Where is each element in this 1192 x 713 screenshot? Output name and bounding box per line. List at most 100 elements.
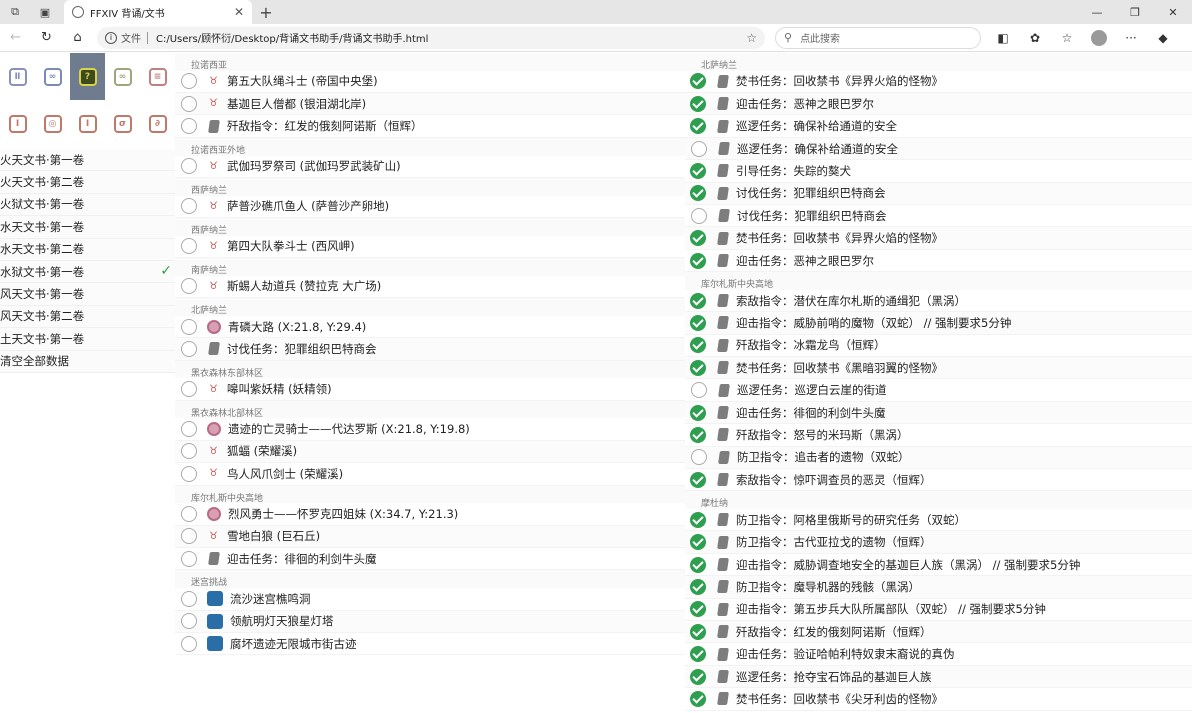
class-button-paladin[interactable]: Ⅱ	[0, 53, 35, 100]
incomplete-circle[interactable]	[181, 421, 197, 438]
task-row[interactable]: 防卫指令：阿格里俄斯号的研究任务（双蛇）	[685, 509, 1192, 532]
incomplete-circle[interactable]	[181, 550, 197, 567]
completed-check-icon[interactable]	[690, 162, 706, 179]
task-row[interactable]: 迎击任务：验证哈帕利特奴隶末裔说的真伪	[685, 643, 1192, 666]
task-row[interactable]: 巡逻任务：巡逻白云崖的街道	[685, 379, 1192, 402]
task-row[interactable]: 烈风勇士——怀罗克四姐妹 (X:34.7, Y:21.3)	[175, 503, 685, 526]
class-button-reaper[interactable]: ∂	[140, 100, 175, 147]
browser-tab[interactable]: FFXIV 背诵/文书 ✕	[64, 0, 252, 24]
incomplete-circle[interactable]	[181, 118, 197, 135]
task-row[interactable]: 索敌指令：惊吓调查员的恶灵（恒辉）	[685, 469, 1192, 492]
document-item[interactable]: 土天文书·第一卷	[0, 328, 175, 351]
incomplete-circle[interactable]	[181, 340, 197, 357]
class-button-samurai[interactable]: σ	[105, 100, 140, 147]
task-row[interactable]: 迎击指令：第五步兵大队所属部队（双蛇） // 强制要求5分钟	[685, 598, 1192, 622]
incomplete-circle[interactable]	[181, 381, 197, 398]
incomplete-circle[interactable]	[181, 278, 197, 295]
incomplete-circle[interactable]	[181, 443, 197, 460]
favorites-icon[interactable]: ☆	[1051, 24, 1083, 52]
avatar[interactable]	[1091, 29, 1107, 46]
task-row[interactable]: 索敌指令：潜伏在库尔札斯的通缉犯（黑涡）	[685, 289, 1192, 313]
class-button-dragoon[interactable]: ◎	[35, 100, 70, 147]
incomplete-circle[interactable]	[691, 207, 707, 224]
task-row[interactable]: 焚书任务：回收禁书《尖牙利齿的怪物》	[685, 688, 1192, 711]
incomplete-circle[interactable]	[181, 505, 197, 522]
task-row[interactable]: 歼敌指令：红发的俄刻阿诺斯（恒辉）	[175, 115, 685, 138]
split-screen-icon[interactable]: ◧	[987, 24, 1019, 52]
refresh-icon[interactable]: ↻	[31, 24, 62, 52]
task-row[interactable]: 防卫指令：追击者的遗物（双蛇）	[685, 446, 1192, 470]
task-row[interactable]: 迎击任务：恶神之眼巴罗尔	[685, 93, 1192, 116]
document-item[interactable]: 火狱文书·第一卷	[0, 193, 175, 217]
task-row[interactable]: 腐坏遗迹无限城市街古迹	[175, 632, 685, 656]
completed-check-icon[interactable]	[690, 646, 706, 663]
completed-check-icon[interactable]	[690, 668, 706, 685]
class-button-selected[interactable]: ?	[70, 53, 105, 100]
task-row[interactable]: 迎击任务：恶神之眼巴罗尔	[685, 249, 1192, 273]
task-row[interactable]: 遗迹的亡灵骑士——代达罗斯 (X:21.8, Y:19.8)	[175, 418, 685, 441]
task-row[interactable]: 迎击指令：威胁前哨的魔物（双蛇） // 强制要求5分钟	[685, 312, 1192, 335]
document-item[interactable]: 火天文书·第二卷	[0, 171, 175, 194]
new-tab-button[interactable]: +	[252, 3, 280, 22]
close-window-icon[interactable]: ✕	[1154, 0, 1192, 24]
completed-check-icon[interactable]	[690, 252, 706, 269]
close-tab-icon[interactable]: ✕	[234, 5, 244, 19]
url-text[interactable]: C:/Users/顾怀衍/Desktop/背诵文书助手/背诵文书助手.html	[156, 30, 746, 45]
completed-check-icon[interactable]	[690, 292, 706, 309]
class-button-warrior[interactable]: ∞	[35, 53, 70, 100]
incomplete-circle[interactable]	[181, 528, 197, 545]
document-item[interactable]: 水天文书·第二卷	[0, 238, 175, 261]
completed-check-icon[interactable]	[690, 556, 706, 573]
task-row[interactable]: 歼敌指令：红发的俄刻阿诺斯（恒辉）	[685, 621, 1192, 644]
completed-check-icon[interactable]	[690, 337, 706, 354]
task-row[interactable]: 巡逻任务：抢夺宝石饰品的基迦巨人族	[685, 665, 1192, 689]
favorite-star-icon[interactable]: ☆	[746, 31, 757, 45]
document-item[interactable]: 火天文书·第一卷	[0, 149, 175, 172]
class-button-ninja[interactable]: Ⅰ	[70, 100, 105, 147]
workspaces-icon[interactable]: ⧉	[0, 0, 30, 24]
completed-check-icon[interactable]	[690, 601, 706, 618]
task-row[interactable]: 引导任务：失踪的獒犬	[685, 160, 1192, 183]
task-row[interactable]: 歼敌指令：冰霜龙鸟（恒辉）	[685, 334, 1192, 358]
document-item[interactable]: 水狱文书·第一卷 ✓	[0, 260, 175, 284]
completed-check-icon[interactable]	[690, 404, 706, 421]
task-row[interactable]: ♉ 雪地白狼 (巨石丘)	[175, 525, 685, 549]
incomplete-circle[interactable]	[181, 238, 197, 255]
task-row[interactable]: 巡逻任务：确保补给通道的安全	[685, 115, 1192, 138]
incomplete-circle[interactable]	[181, 613, 197, 630]
completed-check-icon[interactable]	[690, 118, 706, 135]
task-row[interactable]: 防卫指令：魔导机器的残骸（黑涡）	[685, 576, 1192, 599]
completed-check-icon[interactable]	[690, 578, 706, 595]
task-row[interactable]: 领航明灯天狼星灯塔	[175, 610, 685, 633]
task-row[interactable]: ♉ 第四大队拳斗士 (西风岬)	[175, 235, 685, 259]
address-bar[interactable]: i 文件 C:/Users/顾怀衍/Desktop/背诵文书助手/背诵文书助手.…	[97, 26, 765, 49]
document-item[interactable]: 水天文书·第一卷	[0, 216, 175, 239]
class-button-monk[interactable]: Ⅰ	[0, 100, 35, 147]
task-row[interactable]: 焚书任务：回收禁书《黑暗羽翼的怪物》	[685, 357, 1192, 380]
task-row[interactable]: 迎击任务：徘徊的利剑牛头魔	[685, 401, 1192, 425]
incomplete-circle[interactable]	[691, 382, 707, 399]
task-row[interactable]: ♉ 萨普沙礁爪鱼人 (萨普沙产卵地)	[175, 195, 685, 219]
completed-check-icon[interactable]	[690, 95, 706, 112]
task-row[interactable]: 迎击任务：徘徊的利剑牛头魔	[175, 548, 685, 571]
completed-check-icon[interactable]	[690, 426, 706, 443]
home-icon[interactable]: ⌂	[62, 24, 93, 52]
document-item[interactable]: 风天文书·第一卷	[0, 283, 175, 306]
tab-actions-icon[interactable]: ▣	[30, 0, 60, 24]
task-row[interactable]: ♉ 嗥叫紫妖精 (妖精领)	[175, 378, 685, 401]
class-button-gunbreaker[interactable]: ∞	[105, 53, 140, 100]
incomplete-circle[interactable]	[181, 635, 197, 652]
incomplete-circle[interactable]	[181, 590, 197, 607]
incomplete-circle[interactable]	[181, 465, 197, 482]
task-row[interactable]: ♉ 鸟人风爪剑士 (荣耀溪)	[175, 463, 685, 486]
task-row[interactable]: 防卫指令：古代亚拉戈的遗物（恒辉）	[685, 531, 1192, 554]
task-row[interactable]: ♉ 第五大队绳斗士 (帝国中央堡)	[175, 70, 685, 94]
restore-icon[interactable]: ❐	[1116, 0, 1154, 24]
incomplete-circle[interactable]	[181, 73, 197, 90]
incomplete-circle[interactable]	[691, 449, 707, 466]
completed-check-icon[interactable]	[690, 230, 706, 247]
info-icon[interactable]: i	[105, 31, 117, 44]
task-row[interactable]: 讨伐任务：犯罪组织巴特商会	[175, 338, 685, 361]
task-row[interactable]: ♉ 斯蜴人劫道兵 (赞拉克 大广场)	[175, 275, 685, 299]
completed-check-icon[interactable]	[690, 314, 706, 331]
